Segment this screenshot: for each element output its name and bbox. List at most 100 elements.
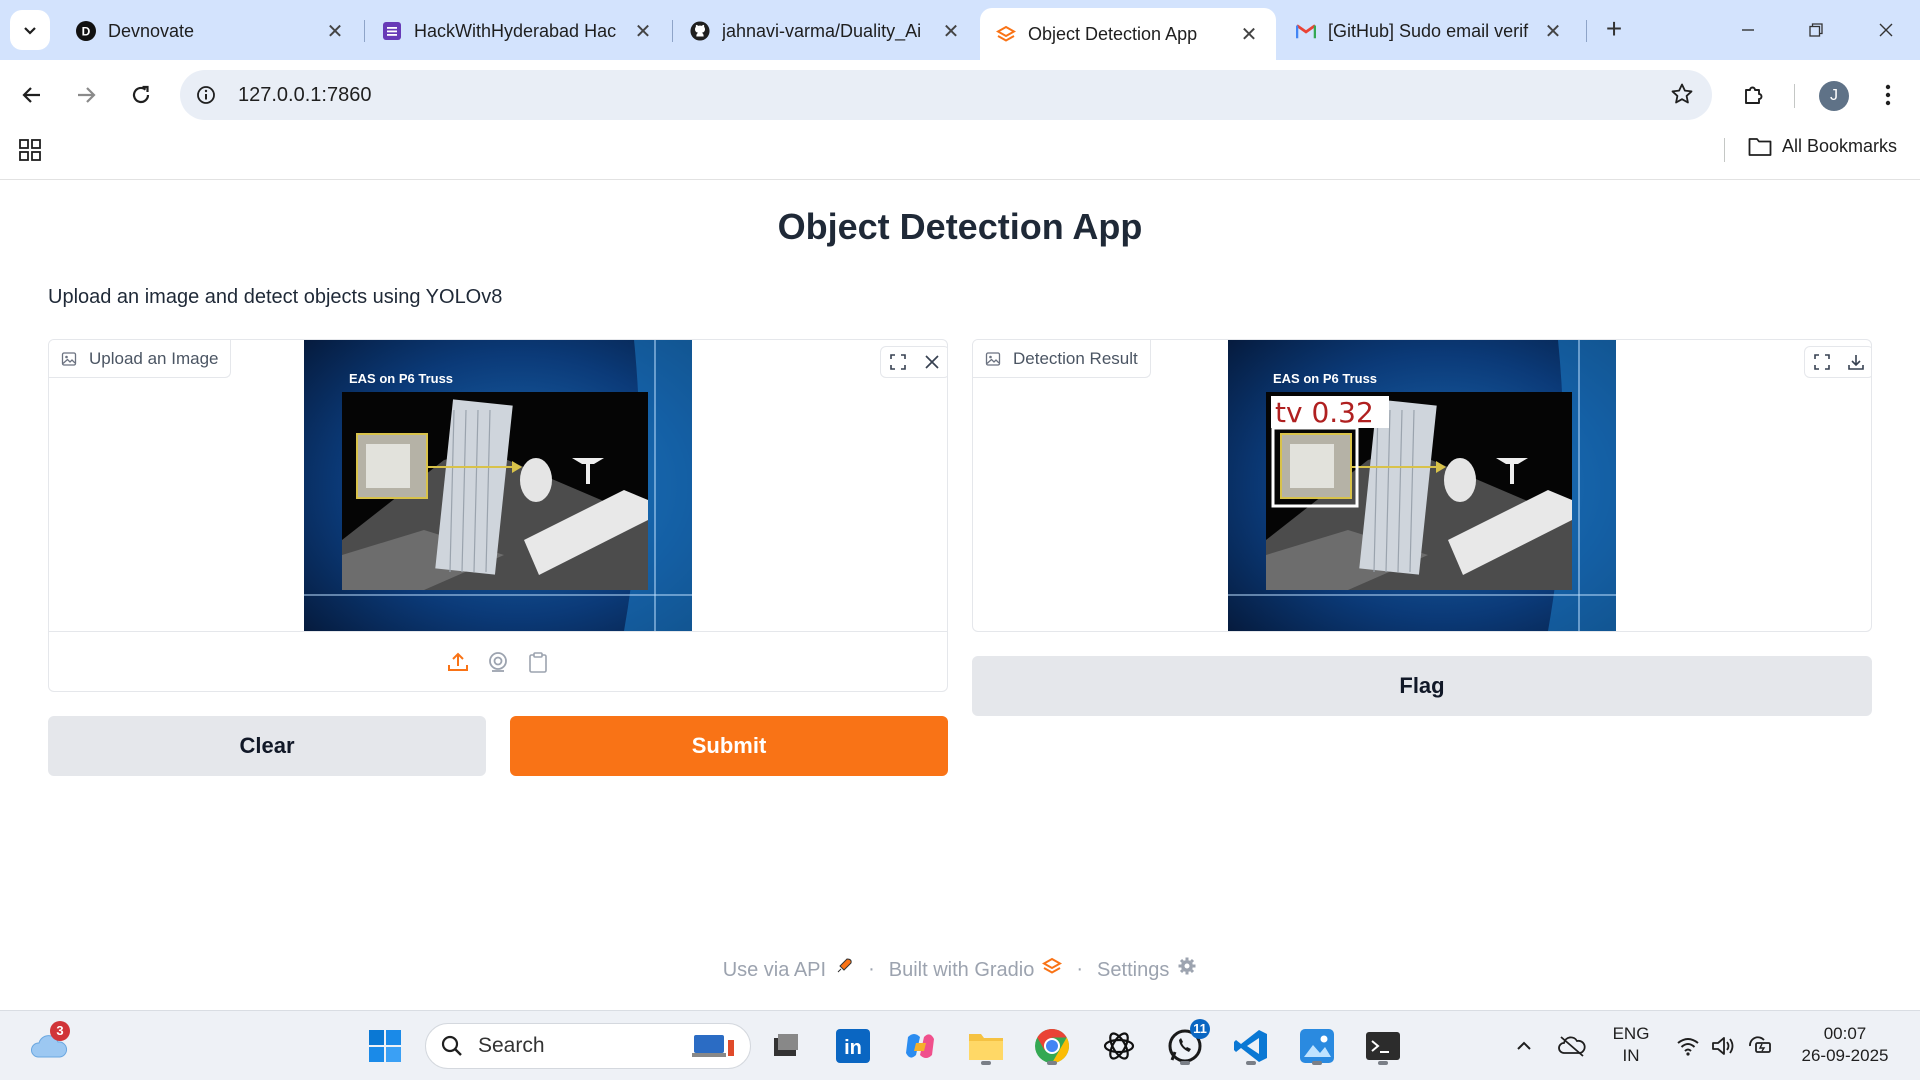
flag-button[interactable]: Flag bbox=[972, 656, 1872, 716]
taskbar-app-chrome[interactable] bbox=[1029, 1023, 1075, 1069]
language-indicator[interactable]: ENG IN bbox=[1604, 1023, 1658, 1067]
clear-image-button[interactable] bbox=[915, 347, 947, 377]
arrow-left-icon bbox=[22, 87, 40, 103]
bookmarks-divider bbox=[1724, 138, 1725, 162]
site-info-icon[interactable] bbox=[194, 83, 218, 107]
bookmarks-bar bbox=[0, 130, 1920, 180]
forward-button[interactable] bbox=[68, 77, 104, 113]
detection-label-text: tv 0.32 bbox=[1275, 396, 1374, 429]
submit-button[interactable]: Submit bbox=[510, 716, 948, 776]
weather-widget[interactable]: 3 bbox=[26, 1021, 72, 1069]
close-icon bbox=[1879, 23, 1893, 37]
detection-result-image: EAS on P6 Truss tv 0.32 bbox=[1228, 340, 1616, 631]
taskbar-app-chatgpt[interactable] bbox=[1096, 1023, 1142, 1069]
fullscreen-button[interactable] bbox=[1805, 347, 1839, 377]
fullscreen-button[interactable] bbox=[881, 347, 915, 377]
tab-object-detection[interactable]: Object Detection App ✕ bbox=[980, 8, 1276, 60]
tray-overflow-button[interactable] bbox=[1504, 1023, 1544, 1069]
footer-separator: · bbox=[868, 957, 875, 980]
taskbar-app-terminal[interactable] bbox=[1360, 1023, 1406, 1069]
linkedin-icon: in bbox=[836, 1029, 870, 1063]
tab-divider bbox=[1586, 20, 1587, 42]
clear-button[interactable]: Clear bbox=[48, 716, 486, 776]
reload-icon bbox=[132, 85, 150, 104]
taskbar-app-linkedin[interactable]: in bbox=[830, 1023, 876, 1069]
wifi-tray-icon[interactable] bbox=[1670, 1023, 1706, 1069]
rocket-icon bbox=[834, 956, 854, 976]
chrome-icon bbox=[1035, 1029, 1069, 1063]
built-with-gradio-link[interactable]: Built with Gradio bbox=[889, 956, 1063, 982]
vscode-icon bbox=[1234, 1030, 1267, 1062]
input-image-controls bbox=[880, 346, 947, 378]
running-indicator bbox=[1378, 1061, 1388, 1065]
bookmark-star-icon[interactable] bbox=[1670, 82, 1694, 111]
kebab-menu-icon bbox=[1885, 84, 1891, 106]
address-bar[interactable]: 127.0.0.1:7860 bbox=[180, 70, 1712, 120]
devnovate-icon: D bbox=[76, 21, 96, 41]
minimize-icon bbox=[1742, 29, 1754, 31]
image-input-panel[interactable]: EAS on P6 Truss Upload an Image bbox=[48, 339, 948, 692]
new-tab-button[interactable]: + bbox=[1598, 14, 1630, 46]
restore-button[interactable] bbox=[1796, 12, 1836, 48]
gear-icon bbox=[1177, 956, 1197, 976]
apps-grid-icon[interactable] bbox=[18, 138, 42, 167]
tab-search-button[interactable] bbox=[10, 10, 50, 50]
tab-hackwithhyderabad[interactable]: HackWithHyderabad Hac ✕ bbox=[366, 10, 670, 52]
all-bookmarks-label: All Bookmarks bbox=[1782, 136, 1898, 156]
wifi-icon bbox=[1677, 1038, 1699, 1056]
browser-menu-button[interactable] bbox=[1870, 77, 1906, 113]
arrow-right-icon bbox=[78, 87, 96, 103]
taskbar-app-photos[interactable] bbox=[1294, 1023, 1340, 1069]
settings-link[interactable]: Settings bbox=[1097, 956, 1197, 982]
taskbar-search[interactable]: Search bbox=[425, 1023, 751, 1069]
taskbar-app-copilot[interactable] bbox=[897, 1023, 943, 1069]
chevron-down-icon bbox=[24, 27, 36, 35]
tab-devnovate[interactable]: D Devnovate ✕ bbox=[60, 10, 362, 52]
onedrive-tray-icon[interactable] bbox=[1552, 1023, 1592, 1069]
extensions-button[interactable] bbox=[1736, 77, 1772, 113]
close-icon[interactable]: ✕ bbox=[940, 20, 962, 43]
svg-text:D: D bbox=[82, 25, 91, 39]
copilot-icon bbox=[906, 1034, 934, 1058]
webcam-icon[interactable] bbox=[485, 649, 511, 675]
built-with-gradio-label: Built with Gradio bbox=[888, 959, 1035, 981]
close-icon[interactable]: ✕ bbox=[632, 20, 654, 43]
close-window-button[interactable] bbox=[1866, 12, 1906, 48]
taskbar-app-file-explorer[interactable] bbox=[963, 1023, 1009, 1069]
all-bookmarks-button[interactable]: All Bookmarks bbox=[1748, 136, 1897, 157]
close-icon[interactable]: ✕ bbox=[1542, 20, 1564, 43]
tab-github-repo[interactable]: jahnavi-varma/Duality_Ai ✕ bbox=[674, 10, 978, 52]
url-text[interactable]: 127.0.0.1:7860 bbox=[238, 84, 371, 107]
volume-tray-icon[interactable] bbox=[1706, 1023, 1742, 1069]
taskbar-app-vscode[interactable] bbox=[1228, 1023, 1274, 1069]
reload-button[interactable] bbox=[123, 77, 159, 113]
close-icon[interactable]: ✕ bbox=[1238, 23, 1260, 46]
running-indicator bbox=[1047, 1061, 1057, 1065]
windows-logo-icon bbox=[369, 1030, 401, 1062]
clock[interactable]: 00:07 26-09-2025 bbox=[1790, 1023, 1900, 1067]
output-image-controls bbox=[1804, 346, 1871, 378]
input-label-text: Upload an Image bbox=[89, 348, 219, 368]
download-button[interactable] bbox=[1839, 347, 1871, 377]
tab-gmail[interactable]: [GitHub] Sudo email verif ✕ bbox=[1280, 10, 1580, 52]
upload-icon[interactable] bbox=[445, 649, 471, 675]
photos-icon bbox=[1300, 1029, 1334, 1063]
taskbar-app-whatsapp[interactable]: 11 bbox=[1162, 1019, 1210, 1069]
detection-output-panel: EAS on P6 Truss tv 0.32 Detection Result bbox=[972, 339, 1872, 632]
back-button[interactable] bbox=[14, 77, 50, 113]
tab-strip: D Devnovate ✕ HackWithHyderabad Hac ✕ ja… bbox=[0, 0, 1920, 60]
profile-avatar[interactable]: J bbox=[1819, 81, 1849, 111]
use-via-api-link[interactable]: Use via API bbox=[723, 956, 854, 982]
task-view-icon bbox=[774, 1034, 798, 1056]
minimize-button[interactable] bbox=[1728, 12, 1768, 48]
restore-icon bbox=[1809, 23, 1823, 37]
start-button[interactable] bbox=[362, 1023, 408, 1069]
uploaded-image: EAS on P6 Truss bbox=[304, 340, 692, 631]
taskbar-app-task-view[interactable] bbox=[762, 1023, 808, 1069]
battery-tray-icon[interactable] bbox=[1742, 1023, 1778, 1069]
input-source-bar bbox=[49, 631, 947, 691]
running-indicator bbox=[981, 1061, 991, 1065]
footer-separator: · bbox=[1076, 957, 1084, 980]
close-icon[interactable]: ✕ bbox=[324, 20, 346, 43]
clipboard-icon[interactable] bbox=[525, 649, 551, 675]
